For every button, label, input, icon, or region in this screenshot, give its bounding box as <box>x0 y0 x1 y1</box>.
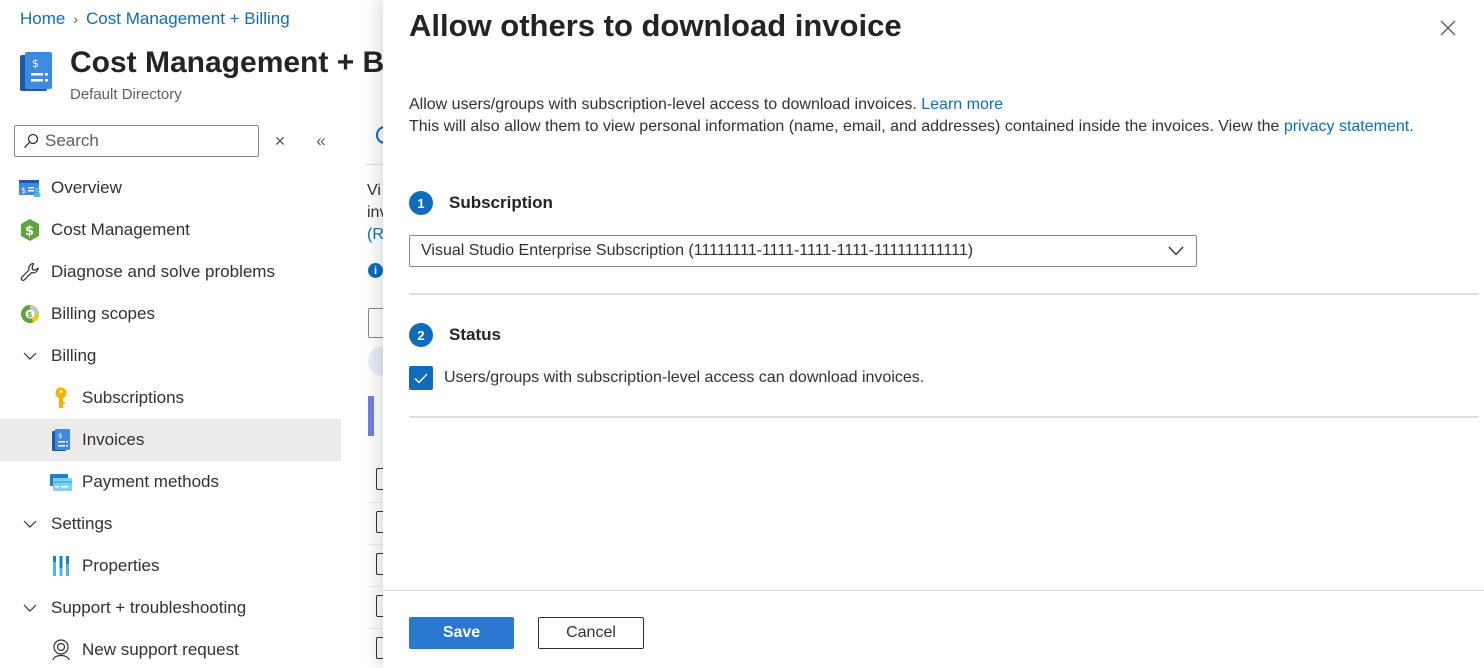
page-subtitle: Default Directory <box>70 86 182 103</box>
checkmark-icon <box>414 373 428 384</box>
panel-description: Allow users/groups with subscription-lev… <box>409 94 1414 138</box>
chevron-down-icon <box>19 345 41 367</box>
step-status: 2 Status <box>409 323 501 347</box>
svg-text:$: $ <box>32 57 39 70</box>
overview-icon: $ <box>19 177 41 199</box>
search-icon <box>24 133 39 148</box>
description-text: Allow users/groups with subscription-lev… <box>409 96 922 113</box>
collapse-menu-button[interactable]: « <box>311 131 331 151</box>
save-button[interactable]: Save <box>409 617 514 649</box>
svg-text:$: $ <box>58 432 62 440</box>
section-divider <box>409 416 1479 418</box>
footer-divider <box>383 590 1484 591</box>
checkbox-label: Users/groups with subscription-level acc… <box>444 369 925 386</box>
sidebar-group-label: Settings <box>51 514 113 533</box>
subscription-dropdown[interactable]: Visual Studio Enterprise Subscription (1… <box>409 235 1197 267</box>
step-label: Status <box>449 325 501 344</box>
learn-more-link[interactable]: Learn more <box>921 96 1003 113</box>
billing-scopes-icon: $ <box>19 303 41 325</box>
sidebar-item-cost-management[interactable]: $ Cost Management <box>0 209 341 251</box>
sidebar-nav: $ Overview $ Cost Management Diagnose an… <box>0 167 341 668</box>
step-label: Subscription <box>449 193 553 212</box>
sidebar-item-label: Billing scopes <box>51 304 155 323</box>
invoice-icon: $ <box>50 429 72 451</box>
search-input[interactable] <box>45 131 245 151</box>
description-text: This will also allow them to view person… <box>409 118 1284 135</box>
step-number-badge: 1 <box>409 191 433 215</box>
info-icon: i <box>368 263 383 278</box>
chevron-down-icon <box>19 597 41 619</box>
sidebar-group-label: Support + troubleshooting <box>51 598 247 617</box>
key-icon <box>50 387 72 409</box>
sidebar-item-diagnose[interactable]: Diagnose and solve problems <box>0 251 341 293</box>
page-title: Cost Management + B <box>70 46 385 79</box>
close-icon: ✕ <box>274 132 286 149</box>
svg-text:$: $ <box>25 224 34 239</box>
sidebar-item-payment-methods[interactable]: Payment methods <box>0 461 341 503</box>
sidebar-item-label: New support request <box>82 640 239 659</box>
properties-icon <box>50 555 72 577</box>
credit-card-icon <box>50 471 72 493</box>
background-accent-bar <box>368 396 374 436</box>
sidebar-item-overview[interactable]: $ Overview <box>0 167 341 209</box>
sidebar-item-label: Subscriptions <box>82 388 185 407</box>
sidebar-item-properties[interactable]: Properties <box>0 545 341 587</box>
breadcrumb: Home › Cost Management + Billing <box>20 9 290 29</box>
chevron-down-icon <box>1168 246 1184 256</box>
sidebar-group-label: Billing <box>51 346 97 365</box>
clear-search-button[interactable]: ✕ <box>270 131 290 151</box>
breadcrumb-separator-icon: › <box>73 11 79 27</box>
download-permission-checkbox-row[interactable]: Users/groups with subscription-level acc… <box>409 366 924 390</box>
wrench-icon <box>19 261 41 283</box>
sidebar-item-label: Payment methods <box>82 472 220 491</box>
svg-text:$: $ <box>21 186 26 195</box>
double-chevron-left-icon: « <box>316 131 326 150</box>
blade-header: $ Cost Management + B Default Directory <box>20 46 384 103</box>
sidebar-item-invoices[interactable]: $ Invoices <box>0 419 341 461</box>
sidebar-item-label: Overview <box>51 178 122 197</box>
cost-management-icon: $ <box>19 219 41 241</box>
sidebar-item-subscriptions[interactable]: Subscriptions <box>0 377 341 419</box>
sidebar-group-billing[interactable]: Billing <box>0 335 341 377</box>
section-divider <box>409 293 1479 295</box>
sidebar-group-settings[interactable]: Settings <box>0 503 341 545</box>
privacy-statement-link[interactable]: privacy statement. <box>1284 118 1414 135</box>
sidebar-item-label: Invoices <box>82 430 145 449</box>
sidebar-item-new-support-request[interactable]: New support request <box>0 629 341 668</box>
chevron-down-icon <box>19 513 41 535</box>
allow-download-invoice-panel: Allow others to download invoice Allow u… <box>383 0 1484 668</box>
step-subscription: 1 Subscription <box>409 191 553 215</box>
panel-title: Allow others to download invoice <box>409 8 902 43</box>
support-icon <box>50 639 72 661</box>
close-icon <box>1440 20 1456 36</box>
step-number-badge: 2 <box>409 323 433 347</box>
sidebar-item-label: Cost Management <box>51 220 190 239</box>
cancel-button[interactable]: Cancel <box>538 617 644 649</box>
sidebar-item-billing-scopes[interactable]: $ Billing scopes <box>0 293 341 335</box>
subscription-selected-value: Visual Studio Enterprise Subscription (1… <box>421 242 974 259</box>
svg-text:$: $ <box>28 311 33 319</box>
background-text: Vi <box>367 182 381 199</box>
search-box[interactable] <box>14 125 259 157</box>
sidebar-item-label: Diagnose and solve problems <box>51 262 275 281</box>
breadcrumb-cost-management[interactable]: Cost Management + Billing <box>86 9 290 29</box>
invoice-icon: $ <box>20 52 52 91</box>
breadcrumb-home[interactable]: Home <box>20 9 65 29</box>
sidebar-item-label: Properties <box>82 556 160 575</box>
sidebar-group-support[interactable]: Support + troubleshooting <box>0 587 341 629</box>
download-permission-checkbox[interactable] <box>409 366 433 390</box>
background-link[interactable]: (R <box>367 226 384 244</box>
close-panel-button[interactable] <box>1437 17 1459 39</box>
